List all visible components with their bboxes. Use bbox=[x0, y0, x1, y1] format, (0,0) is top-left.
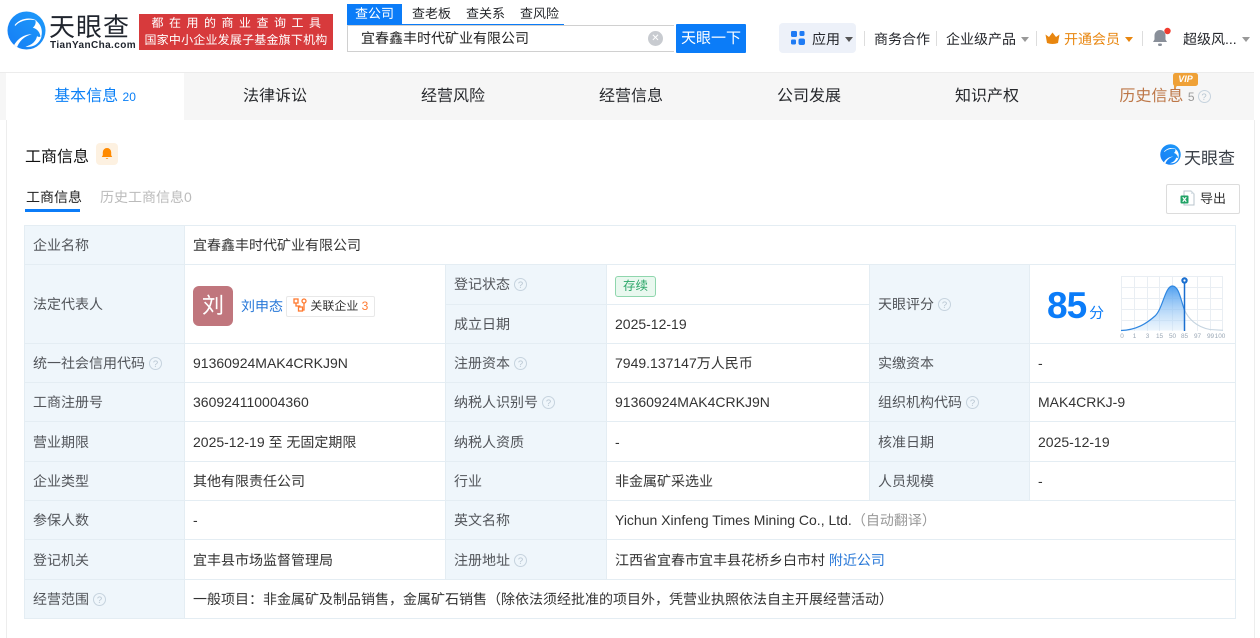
svg-text:1: 1 bbox=[1133, 333, 1137, 339]
svg-text:15: 15 bbox=[1156, 333, 1164, 339]
svg-text:97: 97 bbox=[1194, 333, 1202, 339]
svg-text:50: 50 bbox=[1169, 333, 1177, 339]
svg-text:100: 100 bbox=[1215, 333, 1226, 339]
svg-text:85: 85 bbox=[1181, 333, 1189, 339]
svg-text:3: 3 bbox=[1146, 333, 1150, 339]
svg-text:0: 0 bbox=[1120, 333, 1124, 339]
svg-text:99: 99 bbox=[1207, 333, 1215, 339]
